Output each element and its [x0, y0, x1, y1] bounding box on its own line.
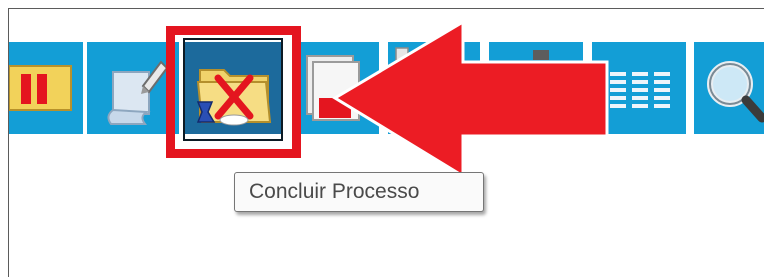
- search-button[interactable]: [694, 42, 764, 134]
- red-arrow-icon: [332, 20, 609, 179]
- highlight-box: [166, 26, 301, 158]
- magnifier-icon: [707, 61, 764, 123]
- tooltip-text: Concluir Processo: [249, 180, 420, 203]
- pause-button[interactable]: [9, 42, 83, 134]
- tooltip: Concluir Processo: [234, 172, 484, 212]
- pause-folder-icon: [9, 65, 72, 111]
